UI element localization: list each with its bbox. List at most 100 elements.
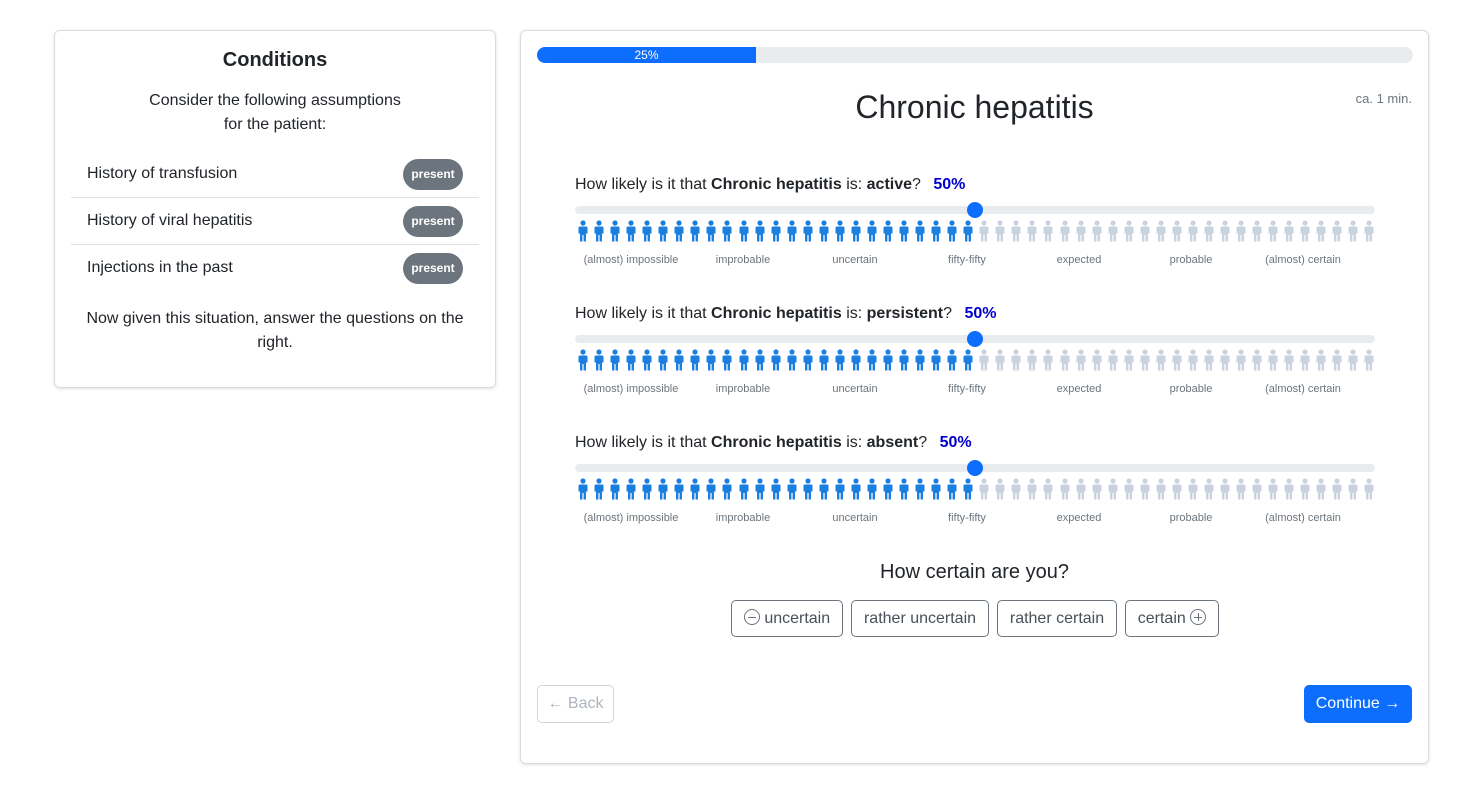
person-icon	[931, 349, 941, 371]
condition-label: History of viral hepatitis	[87, 212, 253, 229]
person-icon	[1124, 220, 1134, 242]
person-icon	[915, 478, 925, 500]
person-icon	[835, 349, 845, 371]
certainty-certain-button[interactable]: certain	[1125, 600, 1219, 637]
conditions-intro-line2: for the patient:	[223, 116, 327, 133]
page-title: Chronic hepatitis	[855, 89, 1094, 125]
person-icon	[594, 349, 604, 371]
person-icon	[674, 220, 684, 242]
person-icon	[851, 478, 861, 500]
person-icon	[979, 349, 989, 371]
person-icon	[1188, 220, 1198, 242]
question-prefix: How likely is it that	[575, 305, 707, 322]
conditions-list: History of transfusion present History o…	[71, 151, 479, 292]
person-icon	[1060, 349, 1069, 371]
scale-label: expected	[1056, 512, 1102, 524]
person-icon	[1188, 478, 1198, 500]
person-icon	[1092, 220, 1102, 242]
icon-array	[577, 478, 1377, 502]
person-icon	[883, 220, 893, 242]
certainty-option-label: certain	[1137, 610, 1186, 627]
person-icon	[1252, 220, 1262, 242]
person-icon	[578, 220, 588, 242]
person-icon	[771, 220, 781, 242]
scale-label: fifty-fifty	[948, 254, 986, 266]
person-icon	[803, 220, 813, 242]
question-absent: How likely is it that Chronic hepatitis …	[575, 434, 1375, 544]
slider-thumb[interactable]	[967, 331, 983, 347]
person-icon	[722, 349, 732, 371]
person-icon	[1252, 349, 1262, 371]
person-icon	[1332, 478, 1342, 500]
person-icon	[915, 220, 925, 242]
person-icon	[1220, 478, 1230, 500]
slider-thumb[interactable]	[967, 460, 983, 476]
scale-label: improbable	[715, 383, 771, 395]
person-icon	[706, 349, 716, 371]
person-icon	[1011, 478, 1021, 500]
person-icon	[1124, 349, 1134, 371]
scale-label: (almost) certain	[1265, 383, 1341, 395]
person-icon	[1268, 478, 1278, 500]
person-icon	[1332, 349, 1342, 371]
person-icon	[819, 478, 829, 500]
probability-slider[interactable]	[575, 331, 1375, 347]
person-icon	[1108, 349, 1118, 371]
person-icon	[626, 220, 636, 242]
person-icon	[722, 478, 732, 500]
back-button[interactable]: ← Back	[537, 685, 614, 723]
person-icon	[674, 478, 684, 500]
certainty-uncertain-button[interactable]: uncertain	[731, 600, 843, 637]
person-icon	[1316, 349, 1326, 371]
person-icon	[1220, 220, 1230, 242]
person-icon	[1092, 478, 1102, 500]
question-state: active	[866, 176, 913, 193]
person-icon	[787, 220, 797, 242]
person-icon	[578, 349, 588, 371]
slider-thumb[interactable]	[967, 202, 983, 218]
person-icon	[706, 478, 716, 500]
person-icon	[658, 349, 668, 371]
person-icon	[1220, 349, 1230, 371]
certainty-option-label: rather certain	[1009, 610, 1105, 627]
probability-slider[interactable]	[575, 460, 1375, 476]
scale-label: probable	[1169, 383, 1213, 395]
scale-label: probable	[1169, 254, 1213, 266]
question-card: 25% Chronic hepatitis ca. 1 min. How lik…	[520, 30, 1429, 764]
scale-label: (almost) impossible	[583, 512, 679, 524]
person-icon	[1236, 349, 1246, 371]
person-icon	[739, 478, 748, 500]
probability-slider[interactable]	[575, 202, 1375, 218]
continue-button[interactable]: Continue →	[1304, 685, 1412, 723]
probability-value: 50%	[939, 434, 972, 451]
person-icon	[658, 220, 668, 242]
person-icon	[739, 349, 748, 371]
person-icon	[1011, 220, 1021, 242]
person-icon	[690, 478, 700, 500]
person-icon	[755, 478, 765, 500]
icon-array	[577, 349, 1377, 373]
person-icon	[947, 220, 957, 242]
icon-array	[577, 220, 1377, 244]
question-text: How likely is it that Chronic hepatitis …	[575, 434, 972, 452]
question-persistent: How likely is it that Chronic hepatitis …	[575, 305, 1375, 415]
person-icon	[1332, 220, 1342, 242]
person-icon	[1348, 478, 1358, 500]
person-icon	[722, 220, 732, 242]
certainty-rather-uncertain-button[interactable]: rather uncertain	[851, 600, 989, 637]
scale-label: uncertain	[832, 512, 878, 524]
conditions-intro: Consider the following assumptions for t…	[115, 89, 435, 137]
person-icon	[1092, 349, 1102, 371]
progress-fill: 25%	[537, 47, 756, 63]
question-disease: Chronic hepatitis	[711, 176, 842, 193]
scale-label: uncertain	[832, 383, 878, 395]
person-icon	[642, 349, 652, 371]
condition-label: Injections in the past	[87, 259, 233, 276]
person-icon	[578, 478, 588, 500]
person-icon	[963, 478, 973, 500]
person-icon	[1043, 349, 1053, 371]
person-icon	[771, 349, 781, 371]
certainty-rather-certain-button[interactable]: rather certain	[997, 600, 1117, 637]
person-icon	[1364, 349, 1374, 371]
person-icon	[1300, 478, 1310, 500]
